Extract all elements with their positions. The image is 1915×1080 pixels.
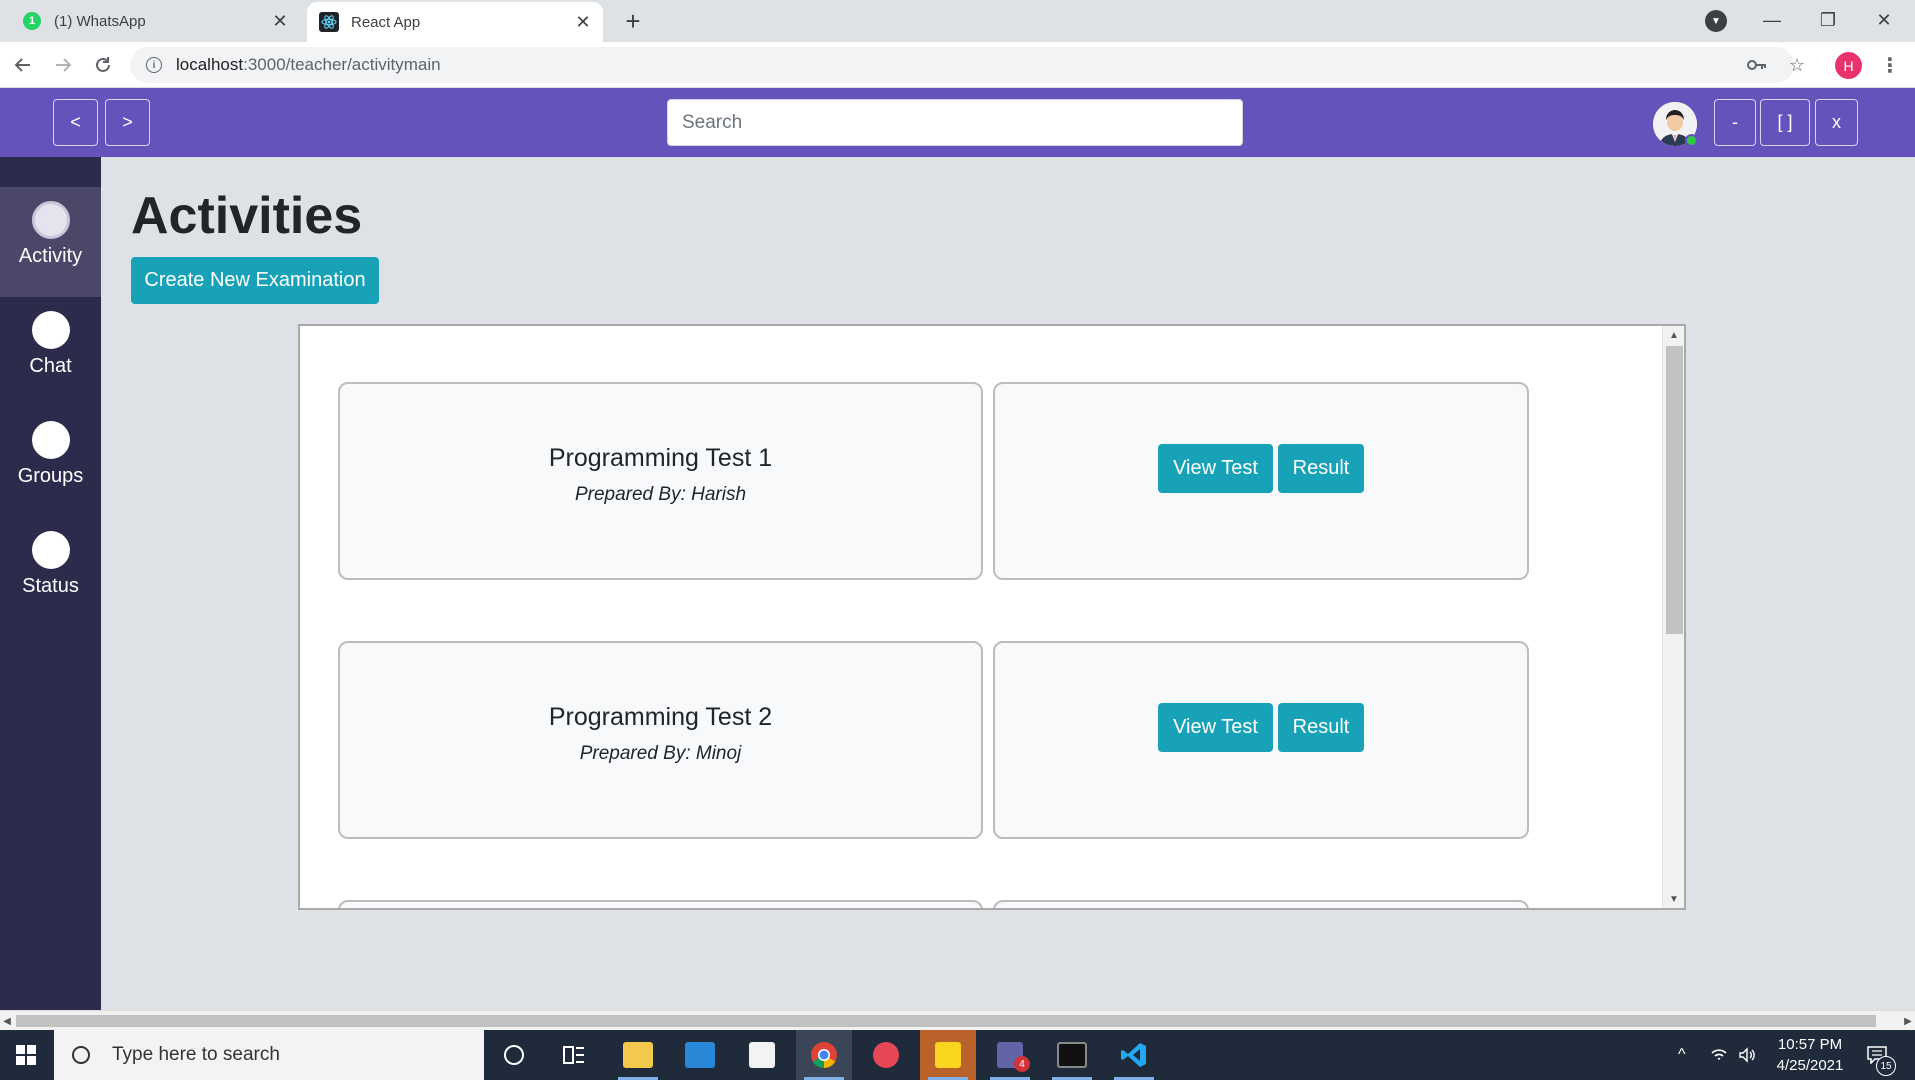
activity-name: Programming Test 1 bbox=[548, 444, 773, 472]
sidebar-item-activity[interactable]: Activity bbox=[0, 187, 101, 297]
sidebar-item-chat[interactable]: Chat bbox=[0, 297, 101, 407]
vscode-icon[interactable] bbox=[1106, 1030, 1162, 1080]
address-bar[interactable]: i localhost:3000/teacher/activitymain bbox=[130, 47, 1794, 83]
chat-icon bbox=[31, 311, 70, 349]
clock-date: 4/25/2021 bbox=[1776, 1057, 1844, 1074]
file-explorer-icon[interactable] bbox=[610, 1030, 666, 1080]
tab-search-icon[interactable]: ▼ bbox=[1705, 10, 1727, 32]
whatsapp-icon: 1 bbox=[22, 11, 42, 31]
sidebar: Activity Chat Groups Status bbox=[0, 157, 101, 1010]
app-header: < > - [ ] x bbox=[0, 88, 1915, 157]
status-icon bbox=[31, 531, 70, 569]
bookmark-star-icon[interactable]: ☆ bbox=[1782, 50, 1812, 80]
sidebar-item-label: Status bbox=[22, 575, 79, 597]
teams-badge: 4 bbox=[1014, 1056, 1030, 1072]
activity-list[interactable]: Programming Test 1 Prepared By: Harish V… bbox=[298, 324, 1686, 910]
minimize-button[interactable]: - bbox=[1714, 99, 1756, 146]
reload-icon[interactable] bbox=[88, 50, 118, 80]
sidebar-item-groups[interactable]: Groups bbox=[0, 407, 101, 517]
browser-toolbar: i localhost:3000/teacher/activitymain ☆ … bbox=[0, 42, 1915, 88]
window-close-button[interactable]: ✕ bbox=[1856, 0, 1912, 40]
result-button[interactable]: Result bbox=[1278, 703, 1364, 752]
taskbar-search-placeholder: Type here to search bbox=[112, 1044, 280, 1065]
task-view-icon[interactable] bbox=[546, 1030, 602, 1080]
taskbar-clock[interactable]: 10:57 PM 4/25/2021 bbox=[1760, 1034, 1860, 1076]
profile-avatar[interactable]: H bbox=[1835, 52, 1862, 79]
activity-info-card: Programming Test 1 Prepared By: Harish bbox=[338, 382, 983, 580]
activity-actions-card: View Test Result bbox=[993, 641, 1529, 839]
activity-info-card: Programming Test 2 Prepared By: Minoj bbox=[338, 641, 983, 839]
activity-author: Prepared By: Harish bbox=[574, 484, 747, 505]
windows-taskbar: Type here to search 4 ^ 10:57 PM 4/25/20… bbox=[0, 1030, 1915, 1080]
browser-tab-strip: 1 (1) WhatsApp ✕ React App ✕ + ▼ — ❐ ✕ bbox=[0, 0, 1915, 42]
browser-forward-icon[interactable] bbox=[48, 50, 78, 80]
mail-icon[interactable] bbox=[672, 1030, 728, 1080]
activity-name: Programming Test 2 bbox=[548, 703, 773, 731]
activity-icon bbox=[31, 201, 70, 239]
page-title: Activities bbox=[131, 187, 363, 245]
sidebar-item-status[interactable]: Status bbox=[0, 517, 101, 627]
scroll-up-icon[interactable]: ▲ bbox=[1667, 328, 1681, 342]
create-new-examination-button[interactable]: Create New Examination bbox=[131, 257, 379, 304]
activity-actions-card: View Test Result bbox=[993, 382, 1529, 580]
browser-back-icon[interactable] bbox=[8, 50, 38, 80]
windows-logo-icon bbox=[16, 1045, 36, 1065]
scroll-thumb[interactable] bbox=[1666, 346, 1683, 634]
online-status-icon bbox=[1685, 134, 1698, 147]
browser-menu-icon[interactable]: ⋮ bbox=[1878, 50, 1902, 80]
store-icon[interactable] bbox=[734, 1030, 790, 1080]
list-scrollbar[interactable]: ▲ ▼ bbox=[1662, 326, 1684, 908]
url-path: :3000/teacher/activitymain bbox=[243, 55, 441, 74]
sticky-notes-icon[interactable] bbox=[920, 1030, 976, 1080]
window-restore-button[interactable]: ❐ bbox=[1800, 0, 1856, 40]
start-button[interactable] bbox=[0, 1030, 52, 1080]
groups-icon bbox=[31, 421, 70, 459]
window-minimize-button[interactable]: — bbox=[1744, 0, 1800, 40]
scroll-down-icon[interactable]: ▼ bbox=[1667, 892, 1681, 906]
scroll-right-icon[interactable]: ▶ bbox=[1901, 1014, 1915, 1028]
terminal-icon[interactable] bbox=[1044, 1030, 1100, 1080]
activity-author: Prepared By: Minoj bbox=[579, 743, 742, 764]
notification-badge: 15 bbox=[1876, 1056, 1896, 1076]
new-tab-button[interactable]: + bbox=[618, 6, 648, 36]
tab-title: React App bbox=[351, 13, 421, 31]
view-test-button[interactable]: View Test bbox=[1158, 703, 1273, 752]
search-input[interactable] bbox=[667, 99, 1243, 146]
network-icon[interactable] bbox=[1710, 1030, 1728, 1080]
sidebar-item-label: Activity bbox=[18, 245, 83, 267]
site-info-icon[interactable]: i bbox=[146, 57, 162, 73]
cortana-icon[interactable] bbox=[486, 1030, 542, 1080]
show-hidden-icons[interactable]: ^ bbox=[1678, 1030, 1686, 1080]
teams-icon[interactable]: 4 bbox=[982, 1030, 1038, 1080]
maximize-button[interactable]: [ ] bbox=[1760, 99, 1810, 146]
react-icon bbox=[319, 12, 339, 32]
close-tab-icon[interactable]: ✕ bbox=[268, 9, 292, 33]
url-host: localhost bbox=[176, 55, 244, 74]
close-tab-icon[interactable]: ✕ bbox=[571, 10, 595, 34]
activity-actions-card bbox=[993, 900, 1529, 908]
key-icon[interactable] bbox=[1742, 50, 1772, 80]
horizontal-scroll-thumb[interactable] bbox=[16, 1015, 1876, 1027]
sidebar-item-label: Groups bbox=[17, 465, 84, 487]
activity-info-card bbox=[338, 900, 983, 908]
snip-sketch-icon[interactable] bbox=[858, 1030, 914, 1080]
sidebar-item-label: Chat bbox=[29, 355, 72, 377]
taskbar-search[interactable]: Type here to search bbox=[54, 1030, 484, 1080]
forward-button[interactable]: > bbox=[105, 99, 150, 146]
chrome-icon[interactable] bbox=[796, 1030, 852, 1080]
page-horizontal-scrollbar[interactable]: ◀ ▶ bbox=[0, 1010, 1915, 1030]
search-icon bbox=[72, 1046, 90, 1064]
close-button[interactable]: x bbox=[1815, 99, 1858, 146]
volume-icon[interactable] bbox=[1738, 1030, 1756, 1080]
tab-title: (1) WhatsApp bbox=[54, 12, 146, 30]
view-test-button[interactable]: View Test bbox=[1158, 444, 1273, 493]
back-button[interactable]: < bbox=[53, 99, 98, 146]
browser-tab-react-app[interactable]: React App ✕ bbox=[307, 2, 603, 42]
browser-tab-whatsapp[interactable]: 1 (1) WhatsApp ✕ bbox=[10, 0, 300, 42]
clock-time: 10:57 PM bbox=[1777, 1036, 1843, 1053]
scroll-left-icon[interactable]: ◀ bbox=[0, 1014, 14, 1028]
result-button[interactable]: Result bbox=[1278, 444, 1364, 493]
